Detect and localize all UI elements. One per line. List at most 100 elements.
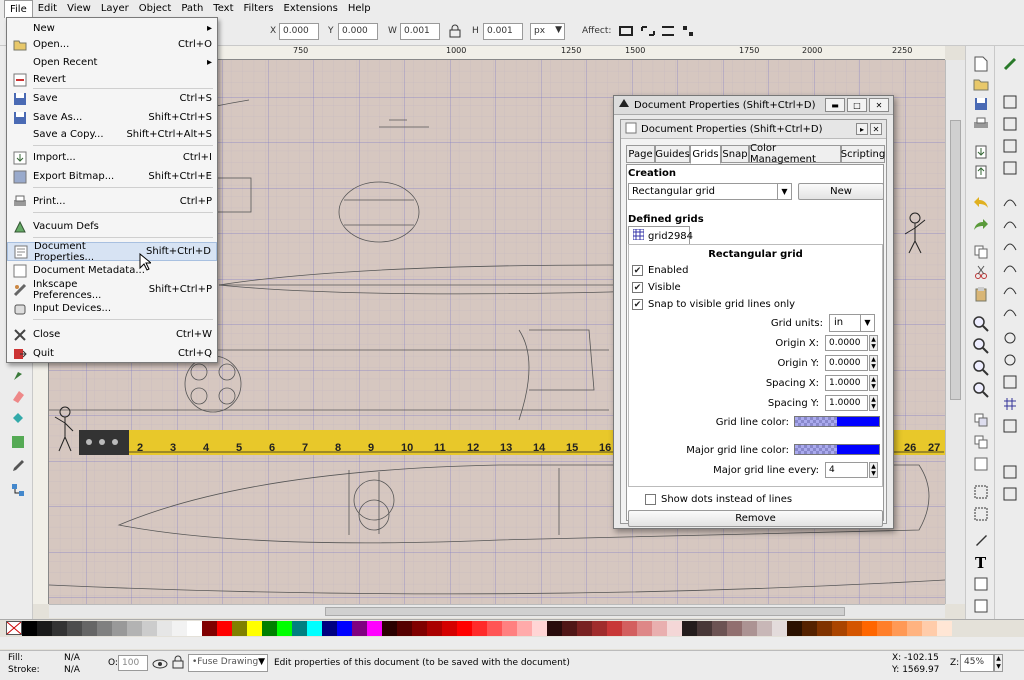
duplicate-icon[interactable]: [971, 410, 991, 430]
layer-select[interactable]: •Fuse Drawing ▼: [188, 654, 268, 672]
palette-swatch[interactable]: [877, 621, 892, 636]
file-menu-save[interactable]: Save Ctrl+S: [7, 89, 217, 108]
file-menu-input-devices[interactable]: Input Devices...: [7, 299, 217, 318]
grid-type-select[interactable]: Rectangular grid ▼: [628, 183, 792, 200]
origin-x-spinner[interactable]: ▲ ▼: [869, 335, 878, 351]
palette-swatch[interactable]: [937, 621, 952, 636]
palette-swatch[interactable]: [427, 621, 442, 636]
palette-swatch[interactable]: [22, 621, 37, 636]
new-grid-button[interactable]: New: [798, 183, 884, 200]
origin-y-spinner[interactable]: ▲ ▼: [869, 355, 878, 371]
horizontal-scroll-thumb[interactable]: [325, 607, 845, 616]
palette-swatch[interactable]: [682, 621, 697, 636]
gradient-tool-icon[interactable]: [8, 432, 28, 452]
redo-icon[interactable]: [971, 214, 991, 234]
tab-scripting[interactable]: Scripting: [841, 145, 885, 163]
palette-swatch[interactable]: [802, 621, 817, 636]
text-font-icon[interactable]: T: [971, 552, 991, 572]
export-icon[interactable]: [971, 162, 991, 182]
file-menu-inkscape-preferences[interactable]: Inkscape Preferences... Shift+Ctrl+P: [7, 279, 217, 301]
tab-guides[interactable]: Guides: [655, 145, 690, 163]
zoom-field[interactable]: 45%: [960, 654, 994, 672]
palette-swatch[interactable]: [172, 621, 187, 636]
palette-swatch[interactable]: [847, 621, 862, 636]
dialog-menu-button[interactable]: ▸: [856, 123, 868, 135]
zoom-page-icon[interactable]: [971, 358, 991, 378]
affect-stroke-icon[interactable]: [618, 23, 634, 42]
affect-pattern-icon[interactable]: [680, 23, 696, 42]
grid-tab[interactable]: grid2984: [628, 226, 693, 245]
grid-line-color-button[interactable]: [794, 416, 880, 427]
palette-swatch[interactable]: [67, 621, 82, 636]
opacity-field[interactable]: 100: [118, 655, 148, 671]
snap-bbox-icon[interactable]: [1000, 92, 1020, 112]
palette-swatch[interactable]: [592, 621, 607, 636]
file-menu-export-bitmap[interactable]: Export Bitmap... Shift+Ctrl+E: [7, 167, 217, 186]
palette-swatch[interactable]: [322, 621, 337, 636]
save-document-icon[interactable]: [971, 94, 991, 114]
visible-checkbox[interactable]: ✔: [632, 282, 643, 293]
snap-midpoint-icon[interactable]: [1000, 302, 1020, 322]
snap-cusp-icon[interactable]: [1000, 258, 1020, 278]
window-close-button[interactable]: ✕: [869, 98, 889, 112]
menu-path[interactable]: Path: [176, 0, 208, 18]
palette-swatch[interactable]: [307, 621, 322, 636]
y-field[interactable]: 0.000: [338, 23, 378, 40]
palette-swatch[interactable]: [652, 621, 667, 636]
horizontal-scrollbar[interactable]: [49, 604, 945, 618]
fill-stroke-icon[interactable]: [971, 530, 991, 550]
file-menu-document-metadata[interactable]: Document Metadata...: [7, 261, 217, 280]
palette-swatch[interactable]: [382, 621, 397, 636]
menu-layer[interactable]: Layer: [96, 0, 134, 18]
palette-swatch[interactable]: [37, 621, 52, 636]
major-every-field[interactable]: 4: [825, 462, 868, 478]
undo-icon[interactable]: [971, 192, 991, 212]
palette-swatch[interactable]: [517, 621, 532, 636]
snap-enable-icon[interactable]: [1000, 54, 1020, 74]
snap-others-icon[interactable]: [1000, 462, 1020, 482]
menu-file[interactable]: File: [4, 0, 33, 19]
palette-swatch[interactable]: [757, 621, 772, 636]
palette-swatch[interactable]: [712, 621, 727, 636]
paste-icon[interactable]: [971, 284, 991, 304]
palette-swatch[interactable]: [817, 621, 832, 636]
spray-tool-icon[interactable]: [8, 364, 28, 384]
palette-swatch[interactable]: [607, 621, 622, 636]
palette-swatch[interactable]: [907, 621, 922, 636]
palette-swatch[interactable]: [772, 621, 787, 636]
stroke-value[interactable]: N/A: [64, 665, 80, 675]
tab-page[interactable]: Page: [626, 145, 655, 163]
zoom-spin-buttons[interactable]: ▲ ▼: [994, 654, 1003, 672]
palette-swatch[interactable]: [292, 621, 307, 636]
menu-view[interactable]: View: [62, 0, 96, 18]
palette-swatch[interactable]: [637, 621, 652, 636]
zoom-width-icon[interactable]: [971, 380, 991, 400]
palette-swatch[interactable]: [562, 621, 577, 636]
enabled-checkbox[interactable]: ✔: [632, 265, 643, 276]
palette-swatch[interactable]: [412, 621, 427, 636]
copy-icon[interactable]: [971, 242, 991, 262]
major-grid-line-color-button[interactable]: [794, 444, 880, 455]
spacing-x-field[interactable]: 1.0000: [825, 375, 868, 391]
no-paint-swatch[interactable]: [6, 621, 22, 635]
tab-grids[interactable]: Grids: [690, 145, 721, 164]
menu-text[interactable]: Text: [208, 0, 238, 18]
cut-icon[interactable]: [971, 262, 991, 282]
dialog-close-button[interactable]: ✕: [870, 123, 882, 135]
palette-swatch[interactable]: [352, 621, 367, 636]
open-document-icon[interactable]: [971, 74, 991, 94]
zoom-selection-icon[interactable]: [971, 314, 991, 334]
spacing-x-spinner[interactable]: ▲ ▼: [869, 375, 878, 391]
maximize-button[interactable]: □: [847, 98, 867, 112]
connector-tool-icon[interactable]: [8, 480, 28, 500]
unit-select[interactable]: px ▼: [530, 23, 565, 40]
palette-swatch[interactable]: [622, 621, 637, 636]
palette-swatch[interactable]: [142, 621, 157, 636]
origin-y-field[interactable]: 0.0000: [825, 355, 868, 371]
unlink-clone-icon[interactable]: [971, 454, 991, 474]
remove-grid-button[interactable]: Remove: [628, 510, 883, 527]
palette-swatch[interactable]: [97, 621, 112, 636]
palette-swatch[interactable]: [157, 621, 172, 636]
palette-swatch[interactable]: [82, 621, 97, 636]
paint-bucket-tool-icon[interactable]: [8, 408, 28, 428]
